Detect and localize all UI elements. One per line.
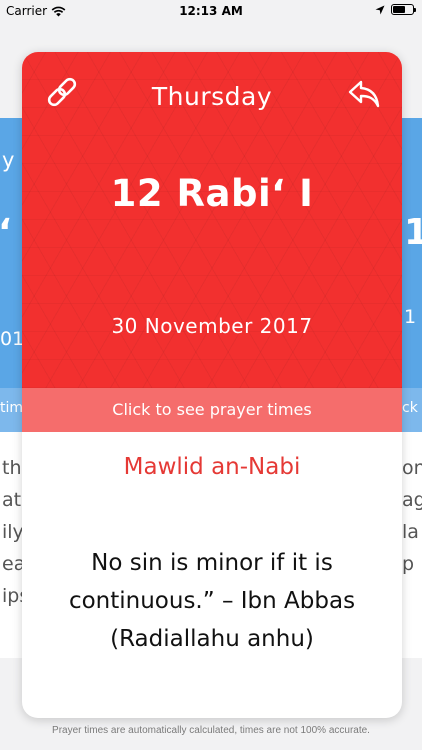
previous-day-label: y bbox=[2, 148, 15, 172]
battery-fill bbox=[393, 6, 406, 13]
status-right bbox=[375, 4, 416, 15]
next-quote-line: la bbox=[402, 521, 419, 543]
battery-icon bbox=[391, 4, 416, 15]
next-quote-line: ag bbox=[402, 489, 422, 511]
event-title: Mawlid an-Nabi bbox=[123, 454, 301, 480]
next-prayer-link: ck bbox=[402, 400, 418, 416]
next-quote-line: on bbox=[402, 457, 422, 479]
previous-gregorian-date: 01 bbox=[0, 328, 25, 350]
prayer-times-button[interactable]: Click to see prayer times bbox=[22, 388, 402, 432]
quote-text: No sin is minor if it is continuous.” – … bbox=[68, 550, 356, 652]
hijri-date: 12 Rabi‘ I bbox=[110, 172, 314, 215]
day-card: Thursday 12 Rabi‘ I 30 November 2017 Cli… bbox=[22, 52, 402, 718]
next-quote-line: p bbox=[402, 553, 415, 575]
day-of-week: Thursday bbox=[151, 82, 273, 111]
status-bar: Carrier 12:13 AM bbox=[0, 0, 422, 22]
disclaimer-note: Prayer times are automatically calculate… bbox=[52, 725, 370, 736]
gregorian-date: 30 November 2017 bbox=[111, 314, 313, 338]
previous-prayer-link: tim bbox=[0, 400, 24, 416]
next-quote-text: on ag la p bbox=[402, 452, 422, 580]
location-arrow-icon bbox=[375, 5, 385, 14]
status-time: 12:13 AM bbox=[179, 4, 243, 18]
next-gregorian-date: 1 D bbox=[404, 306, 422, 328]
next-hijri-date: 13 bbox=[404, 212, 422, 253]
day-card-header: Thursday 12 Rabi‘ I 30 November 2017 bbox=[22, 52, 402, 388]
